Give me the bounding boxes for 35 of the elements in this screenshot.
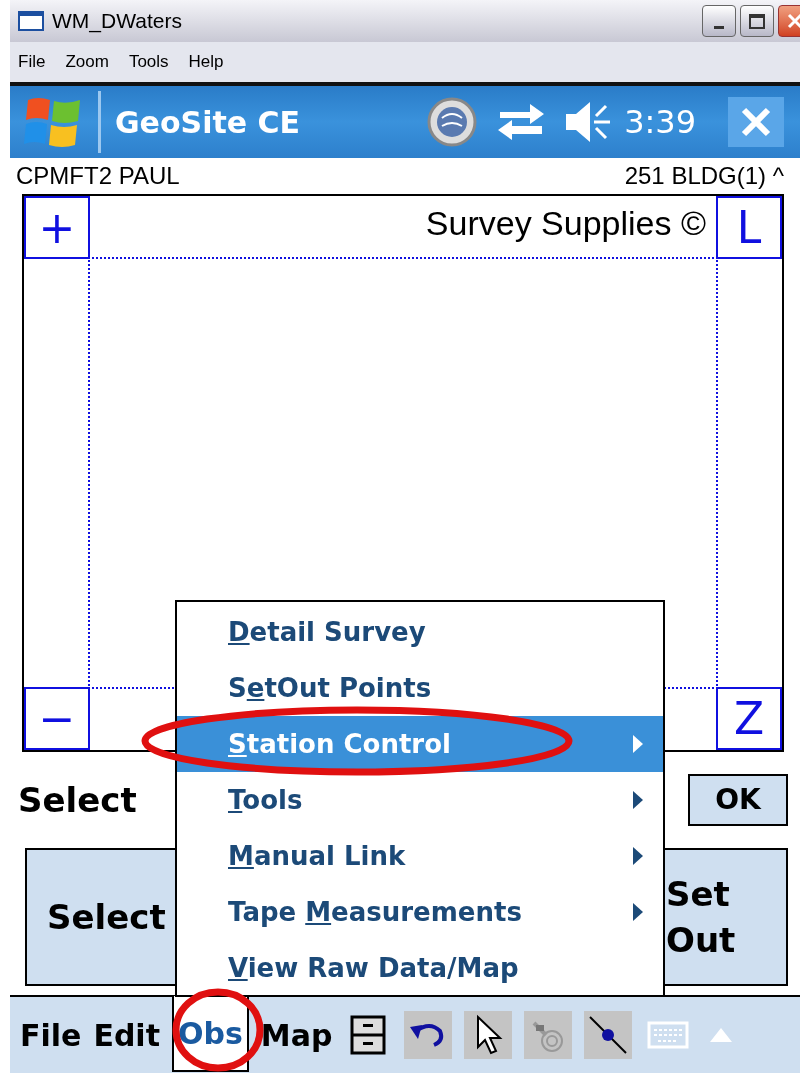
command-menu[interactable]: Map [260, 997, 333, 1073]
target-icon[interactable] [524, 1011, 573, 1059]
popup-menu-item[interactable]: Detail Survey [177, 604, 663, 660]
pointer-icon[interactable] [464, 1011, 513, 1059]
popup-menu-item[interactable]: View Raw Data/Map [177, 940, 663, 996]
maximize-button[interactable] [740, 5, 774, 37]
window-icon [18, 11, 44, 31]
line-point-icon[interactable] [584, 1011, 633, 1059]
menu-item[interactable]: Zoom [65, 49, 109, 75]
user-label: CPMFT2 PAUL [16, 161, 180, 191]
popup-menu-item[interactable]: Tape Measurements [177, 884, 663, 940]
popup-menu-item[interactable]: Manual Link [177, 828, 663, 884]
clock-time: 3:39 [624, 102, 696, 143]
zoom-corner-button[interactable]: − [24, 687, 90, 750]
minimize-button[interactable] [702, 5, 736, 37]
window-title: WM_DWaters [52, 8, 182, 35]
job-label: 251 BLDG(1) ^ [624, 161, 784, 191]
map-caption: Survey Supplies © [425, 203, 706, 244]
menu-item[interactable]: Help [188, 49, 224, 75]
ok-button[interactable]: OK [688, 774, 788, 826]
menu-item[interactable]: File [18, 49, 46, 75]
popup-menu-item[interactable]: Tools [177, 772, 663, 828]
command-menu[interactable]: Edit [93, 997, 160, 1073]
undo-icon[interactable] [404, 1011, 453, 1059]
zoom-corner-button[interactable]: L [716, 196, 782, 259]
zoom-corner-button[interactable]: Z [716, 687, 782, 750]
select-label: Select [18, 778, 137, 822]
connection-icon[interactable] [426, 96, 479, 148]
command-menu[interactable]: File [20, 997, 82, 1073]
popup-menu-item[interactable]: SetOut Points [177, 660, 663, 716]
close-icon [787, 13, 800, 29]
zoom-corner-button[interactable]: + [24, 196, 90, 259]
menu-item[interactable]: Tools [128, 49, 169, 75]
app-title: GeoSite CE [115, 103, 301, 142]
close-icon [741, 107, 771, 137]
